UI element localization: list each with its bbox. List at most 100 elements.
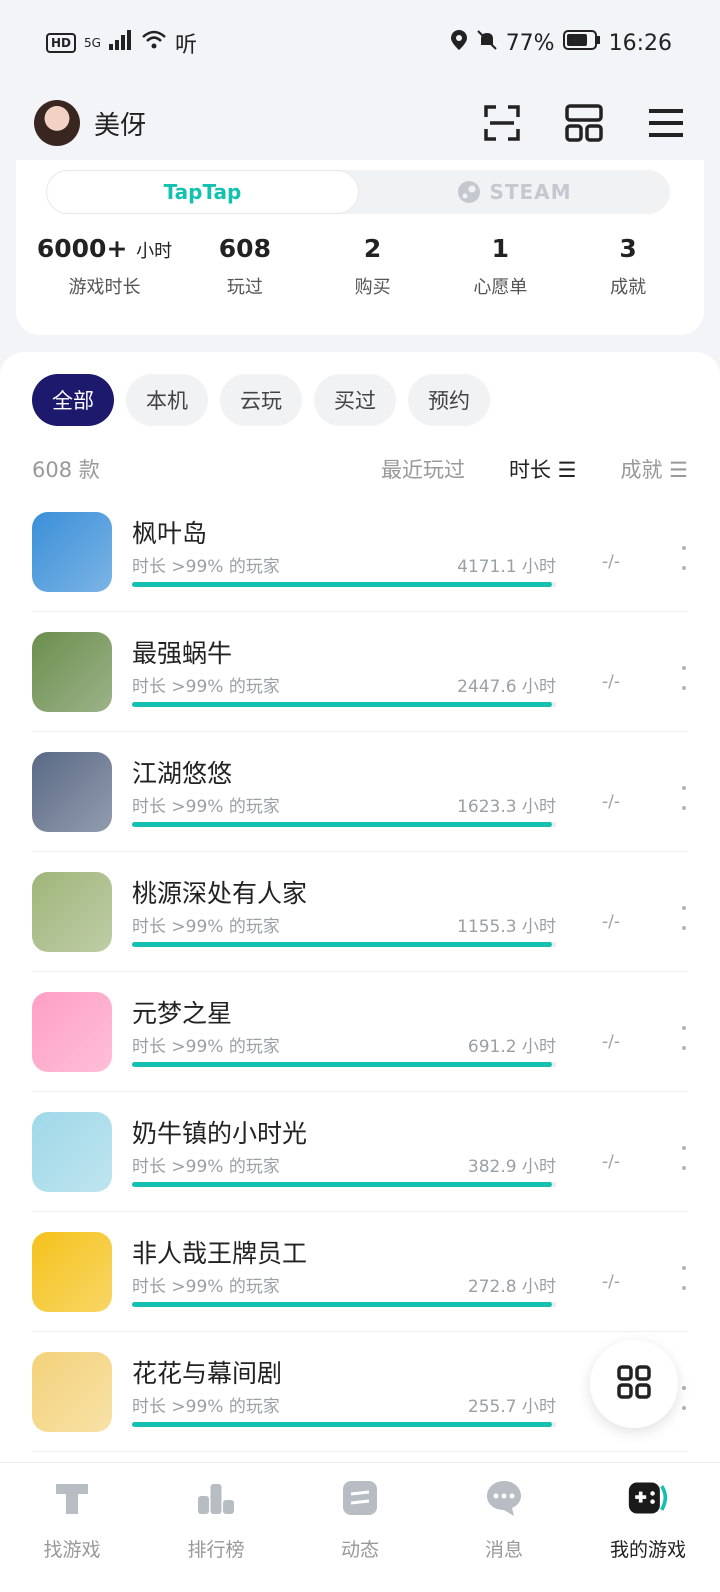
game-rank-text: 时长 >99% 的玩家	[132, 1397, 280, 1417]
taptap-t-icon	[51, 1477, 93, 1519]
game-rank-text: 时长 >99% 的玩家	[132, 677, 280, 697]
stat-unit: 小时	[136, 241, 173, 262]
game-icon[interactable]	[32, 1352, 112, 1432]
game-hours: 1623.3 小时	[457, 797, 556, 817]
game-hours: 4171.1 小时	[457, 557, 556, 577]
network-type: 5G	[84, 36, 101, 50]
playtime-progress	[132, 1182, 556, 1187]
game-icon[interactable]	[32, 512, 112, 592]
floating-apps-button[interactable]	[590, 1340, 678, 1428]
stat-played[interactable]: 608 玩过	[190, 234, 300, 299]
more-icon[interactable]	[680, 786, 688, 810]
sort-duration[interactable]: 时长 ☰	[509, 454, 577, 484]
game-row[interactable]: 枫叶岛 时长 >99% 的玩家 4171.1 小时 -/-	[32, 492, 688, 612]
game-icon[interactable]	[32, 872, 112, 952]
game-row[interactable]: 奶牛镇的小时光 时长 >99% 的玩家 382.9 小时 -/-	[32, 1092, 688, 1212]
more-icon[interactable]	[680, 1386, 688, 1410]
listen-icon: 听	[174, 33, 197, 58]
tab-steam[interactable]: STEAM	[359, 170, 670, 214]
avatar[interactable]	[34, 100, 80, 146]
sort-recent[interactable]: 最近玩过	[381, 454, 465, 484]
stat-value: 1	[491, 234, 510, 263]
more-icon[interactable]	[680, 666, 688, 690]
game-rank-text: 时长 >99% 的玩家	[132, 917, 280, 937]
progress-fill	[132, 1182, 552, 1187]
more-icon[interactable]	[680, 1026, 688, 1050]
app-header: 美伢	[0, 86, 720, 160]
game-name: 枫叶岛	[132, 519, 208, 548]
sort-options: 最近玩过 时长 ☰ 成就 ☰	[381, 454, 688, 484]
layout-grid-icon[interactable]	[564, 103, 604, 143]
stat-label: 心愿单	[473, 277, 528, 298]
game-icon[interactable]	[32, 992, 112, 1072]
game-rank-text: 时长 >99% 的玩家	[132, 557, 280, 577]
battery-icon	[562, 30, 601, 56]
game-row[interactable]: 江湖悠悠 时长 >99% 的玩家 1623.3 小时 -/-	[32, 732, 688, 852]
game-achievements: -/-	[602, 912, 620, 932]
game-hours: 2447.6 小时	[457, 677, 556, 697]
platform-toggle: TapTap STEAM	[46, 170, 670, 214]
more-icon[interactable]	[680, 546, 688, 570]
nav-feed[interactable]: 动态	[288, 1463, 432, 1592]
bottom-nav: 找游戏 排行榜 动态 消息 我的游戏	[0, 1462, 720, 1592]
scan-icon[interactable]	[482, 103, 522, 143]
game-icon[interactable]	[32, 1112, 112, 1192]
sort-achievement[interactable]: 成就 ☰	[620, 454, 688, 484]
game-rank-text: 时长 >99% 的玩家	[132, 1157, 280, 1177]
more-icon[interactable]	[680, 1266, 688, 1290]
game-name: 桃源深处有人家	[132, 879, 308, 908]
status-bar: HD 5G 听 77% 16:26	[0, 0, 720, 86]
game-row[interactable]: 非人哉王牌员工 时长 >99% 的玩家 272.8 小时 -/-	[32, 1212, 688, 1332]
game-row[interactable]: 最强蜗牛 时长 >99% 的玩家 2447.6 小时 -/-	[32, 612, 688, 732]
stat-playtime[interactable]: 6000+ 小时 游戏时长	[37, 234, 172, 299]
stat-value: 2	[363, 234, 382, 263]
wifi-icon	[141, 30, 167, 56]
stat-value: 608	[218, 234, 271, 263]
filter-reserved[interactable]: 预约	[408, 374, 490, 426]
filter-local[interactable]: 本机	[126, 374, 208, 426]
bell-off-icon	[476, 29, 498, 57]
stat-label: 游戏时长	[68, 277, 141, 298]
more-icon[interactable]	[680, 906, 688, 930]
nav-my-games[interactable]: 我的游戏	[576, 1463, 720, 1592]
game-hours: 1155.3 小时	[457, 917, 556, 937]
game-achievements: -/-	[602, 1152, 620, 1172]
apps-grid-icon	[616, 1364, 652, 1404]
more-icon[interactable]	[680, 1146, 688, 1170]
stat-purchased[interactable]: 2 购买	[318, 234, 428, 299]
tab-taptap[interactable]: TapTap	[46, 170, 359, 214]
nav-label: 动态	[340, 1539, 379, 1561]
feed-icon	[339, 1477, 381, 1519]
game-row[interactable]: 桃源深处有人家 时长 >99% 的玩家 1155.3 小时 -/-	[32, 852, 688, 972]
game-hours: 382.9 小时	[467, 1157, 556, 1177]
stat-label: 玩过	[226, 277, 263, 298]
game-row[interactable]: 元梦之星 时长 >99% 的玩家 691.2 小时 -/-	[32, 972, 688, 1092]
filter-bought[interactable]: 买过	[314, 374, 396, 426]
game-hours: 255.7 小时	[467, 1397, 556, 1417]
nav-messages[interactable]: 消息	[432, 1463, 576, 1592]
progress-fill	[132, 1422, 552, 1427]
game-icon[interactable]	[32, 632, 112, 712]
playtime-progress	[132, 702, 556, 707]
stat-value: 3	[619, 234, 637, 263]
menu-icon[interactable]	[646, 103, 686, 143]
steam-icon	[457, 180, 481, 204]
game-hours: 272.8 小时	[467, 1277, 556, 1297]
progress-fill	[132, 582, 552, 587]
progress-fill	[132, 1302, 552, 1307]
game-row[interactable]: 花花与幕间剧 时长 >99% 的玩家 255.7 小时 -/-	[32, 1332, 688, 1452]
progress-fill	[132, 822, 552, 827]
game-achievements: -/-	[602, 672, 620, 692]
nav-find-games[interactable]: 找游戏	[0, 1463, 144, 1592]
filter-cloud[interactable]: 云玩	[220, 374, 302, 426]
stat-achievements[interactable]: 3 成就	[573, 234, 683, 299]
progress-fill	[132, 702, 552, 707]
stat-value: 6000+	[36, 234, 128, 263]
username[interactable]: 美伢	[94, 105, 146, 142]
nav-rankings[interactable]: 排行榜	[144, 1463, 288, 1592]
stat-wishlist[interactable]: 1 心愿单	[445, 234, 555, 299]
game-icon[interactable]	[32, 752, 112, 832]
filter-all[interactable]: 全部	[32, 374, 114, 426]
game-hours: 691.2 小时	[467, 1037, 556, 1057]
game-icon[interactable]	[32, 1232, 112, 1312]
